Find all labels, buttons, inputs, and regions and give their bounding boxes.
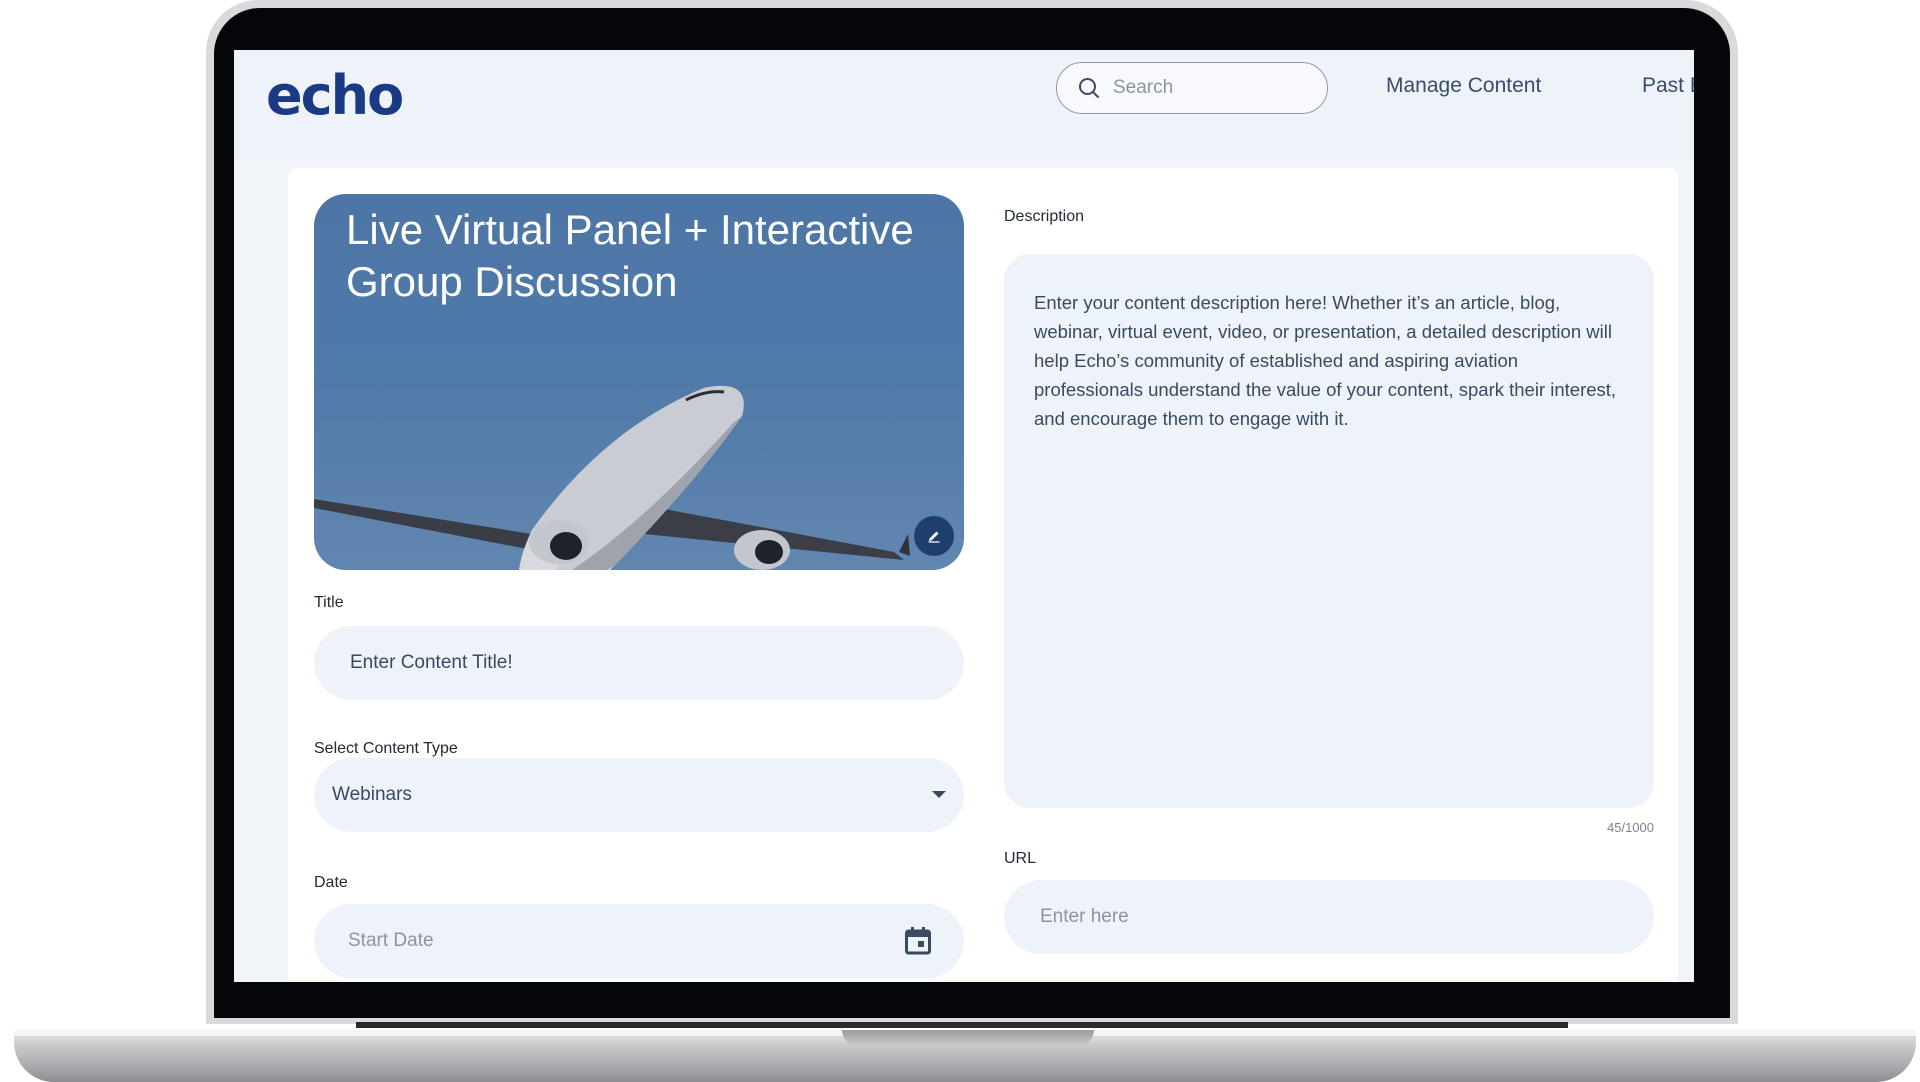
calendar-icon[interactable] [905, 927, 931, 955]
pencil-icon [928, 531, 940, 543]
title-label: Title [314, 594, 344, 611]
title-field[interactable]: Enter Content Title! [314, 626, 964, 700]
search-placeholder: Search [1113, 77, 1174, 98]
start-date-placeholder: Start Date [348, 930, 434, 951]
laptop-notch [842, 1030, 1094, 1046]
description-label: Description [1004, 208, 1085, 225]
content-type-value: Webinars [332, 784, 412, 805]
content-type-select[interactable]: Webinars [314, 758, 964, 832]
content-type-label: Select Content Type [314, 740, 458, 757]
date-label: Date [314, 874, 348, 891]
search-input[interactable]: Search [1056, 62, 1328, 114]
edit-cover-button[interactable] [914, 516, 954, 556]
cover-image: Live Virtual Panel + Interactive Group D… [314, 194, 964, 570]
content-form-card: Live Virtual Panel + Interactive Group D… [288, 168, 1678, 982]
title-field-placeholder: Enter Content Title! [350, 652, 513, 673]
url-label: URL [1004, 850, 1037, 867]
nav-manage-content[interactable]: Manage Content [1386, 74, 1541, 98]
url-field[interactable]: Enter here [1004, 880, 1654, 954]
nav-past-events[interactable]: Past Events [1642, 74, 1694, 98]
airplane-image [314, 385, 910, 570]
chevron-down-icon [932, 791, 946, 798]
echo-logo[interactable]: echo [266, 66, 404, 126]
app-header: echo Search Manage Content Past Events [234, 50, 1694, 160]
search-icon [1079, 78, 1099, 98]
url-placeholder: Enter here [1040, 906, 1129, 927]
start-date-field[interactable]: Start Date [314, 904, 964, 978]
description-text: Enter your content description here! Whe… [1034, 292, 1617, 429]
description-textarea[interactable]: Enter your content description here! Whe… [1004, 254, 1654, 808]
cover-title: Live Virtual Panel + Interactive Group D… [346, 206, 914, 305]
description-char-count: 45/1000 [1607, 820, 1654, 835]
laptop-screen: echo Search Manage Content Past Events [234, 50, 1694, 982]
laptop-hinge [356, 1022, 1568, 1028]
